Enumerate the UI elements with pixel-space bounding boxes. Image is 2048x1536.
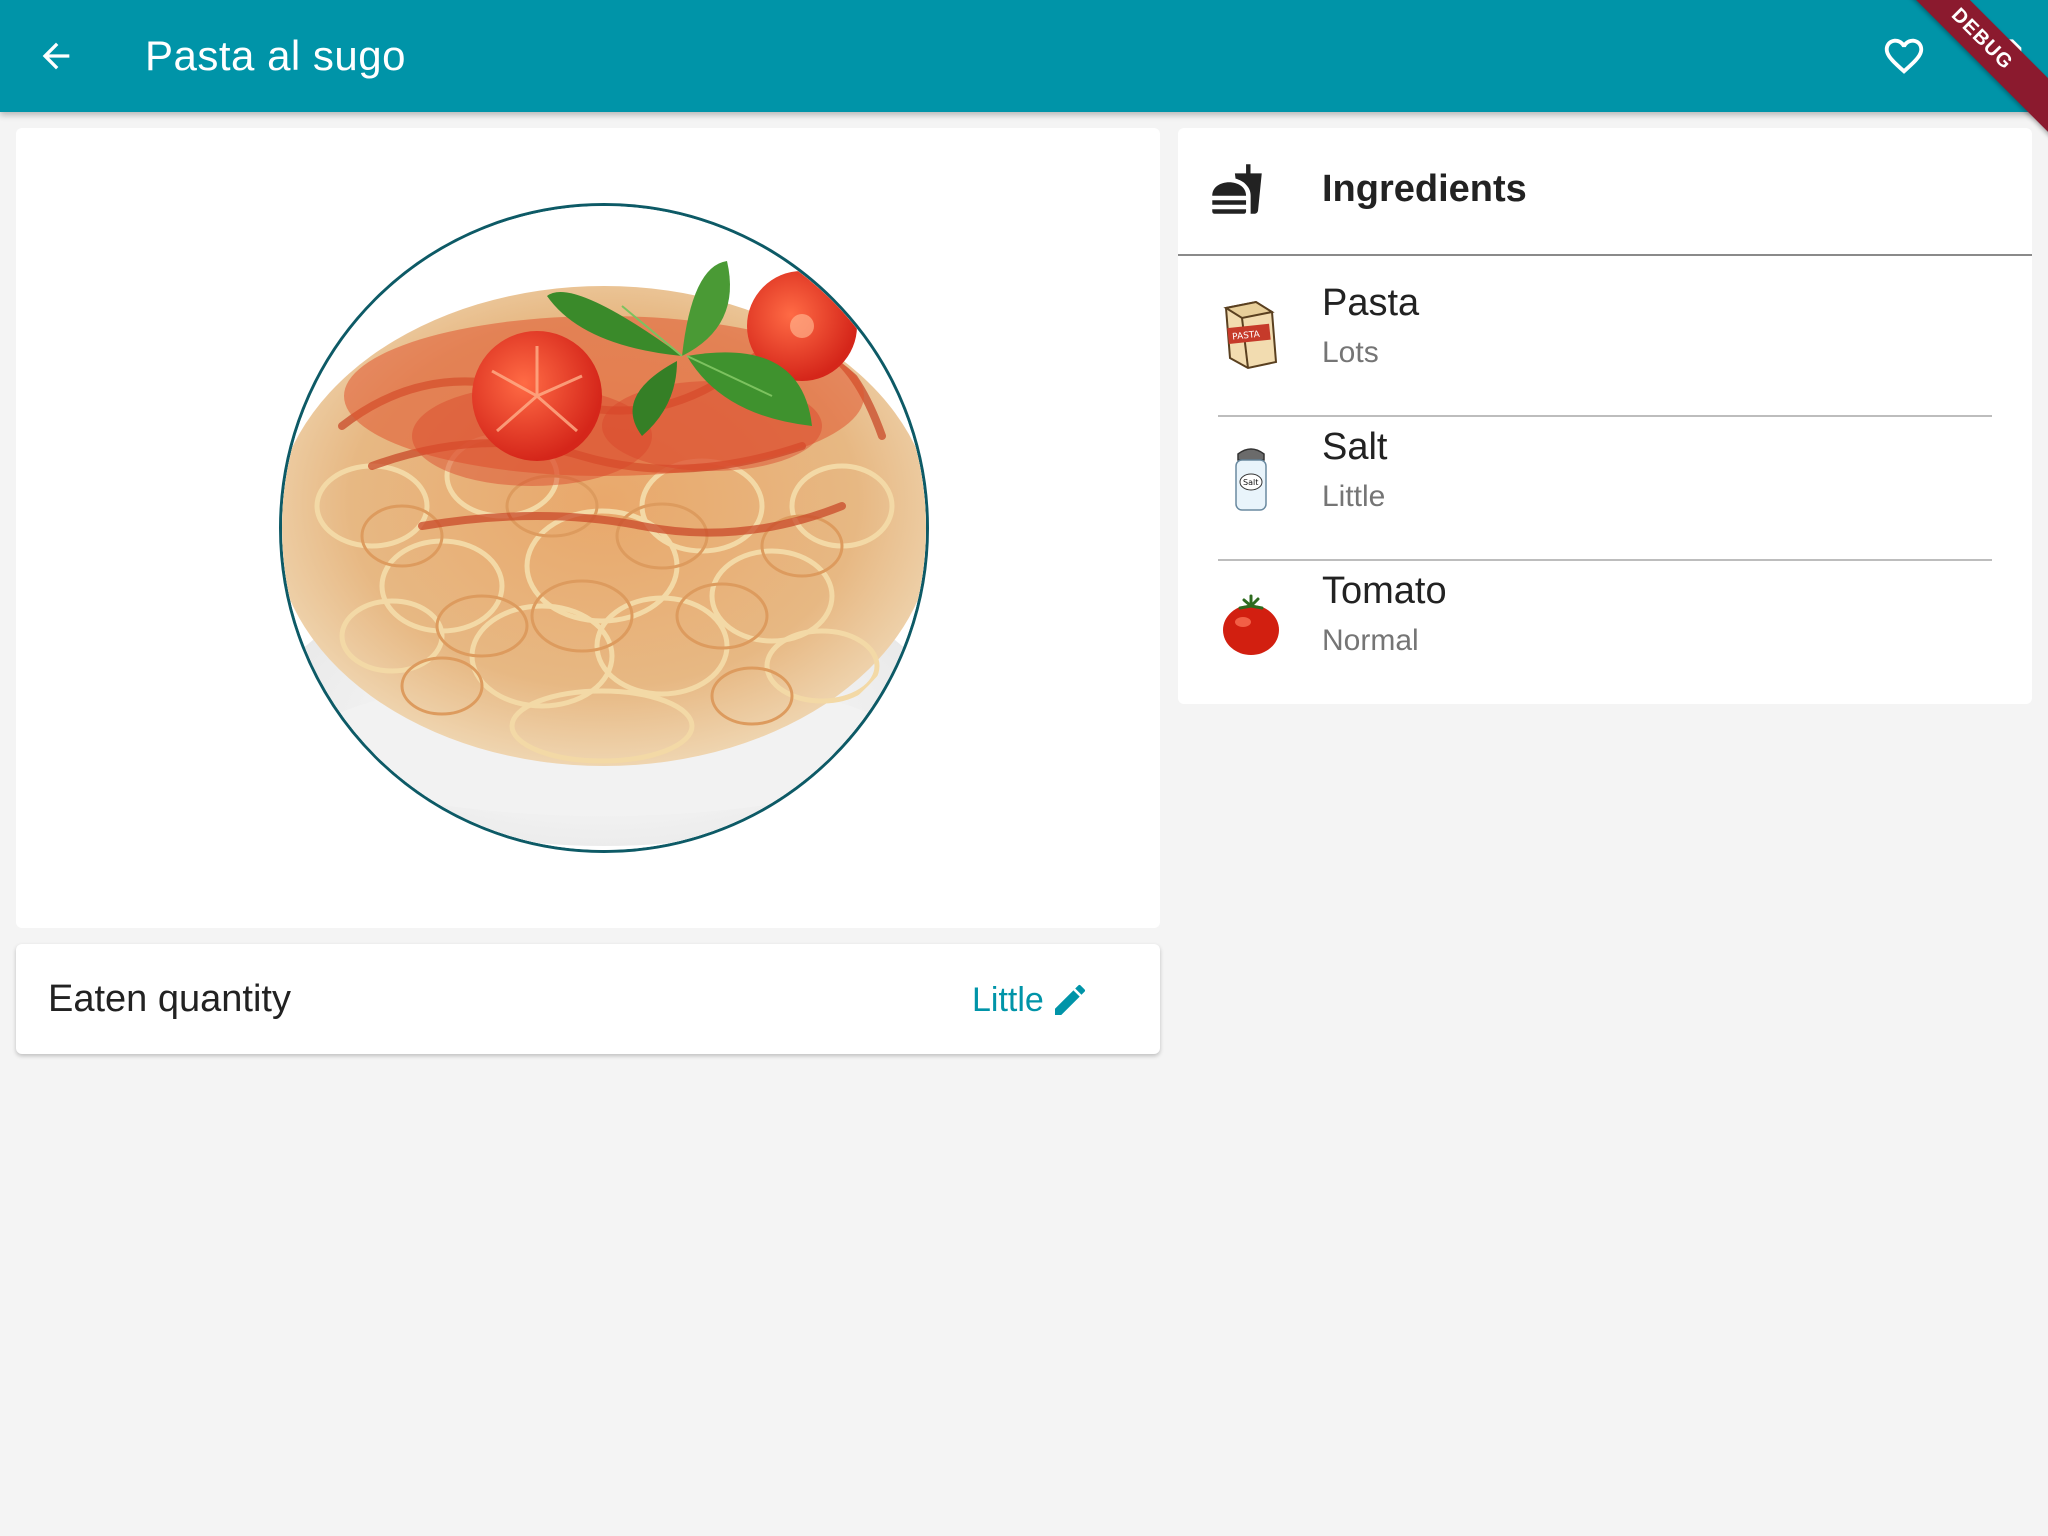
salt-shaker-icon: Salt	[1235, 448, 1267, 511]
svg-text:Salt: Salt	[1243, 478, 1258, 487]
ingredient-item-salt[interactable]: Salt Salt Little	[1178, 400, 2032, 544]
ingredient-item-pasta[interactable]: PASTA Pasta Lots	[1178, 256, 2032, 400]
back-button[interactable]	[28, 28, 84, 84]
ingredient-item-tomato[interactable]: Tomato Normal	[1178, 544, 2032, 688]
ingredient-name: Tomato	[1322, 570, 1447, 612]
pencil-icon	[1054, 984, 1085, 1015]
eaten-quantity-card: Eaten quantity Little	[16, 944, 1160, 1054]
ingredient-quantity: Little	[1322, 480, 1386, 513]
ingredient-quantity: Lots	[1322, 336, 1379, 369]
ingredient-name: Pasta	[1322, 282, 1420, 324]
ingredients-title: Ingredients	[1322, 168, 1527, 210]
tomato-icon	[1223, 594, 1279, 655]
favorite-button[interactable]	[1876, 28, 1932, 84]
heart-outline-icon	[1884, 38, 1924, 74]
ingredient-name: Salt	[1322, 426, 1388, 468]
eaten-quantity-label: Eaten quantity	[48, 978, 291, 1020]
ingredients-card: Ingredients PASTA Pasta Lots Salt Salt L…	[1178, 128, 2032, 704]
pasta-bag-icon: PASTA	[1223, 300, 1278, 370]
dish-image-card	[16, 128, 1160, 928]
fastfood-icon	[1212, 164, 1262, 214]
ingredients-header: Ingredients	[1178, 128, 2032, 256]
arrow-back-icon	[42, 42, 70, 70]
page-title: Pasta al sugo	[145, 32, 407, 79]
ingredient-quantity: Normal	[1322, 624, 1419, 657]
app-bar: Pasta al sugo	[0, 0, 2048, 112]
edit-eaten-quantity-button[interactable]: Little	[972, 972, 1090, 1028]
pasta-with-tomato-sauce-photo	[279, 203, 929, 853]
eaten-quantity-value: Little	[972, 980, 1044, 1019]
